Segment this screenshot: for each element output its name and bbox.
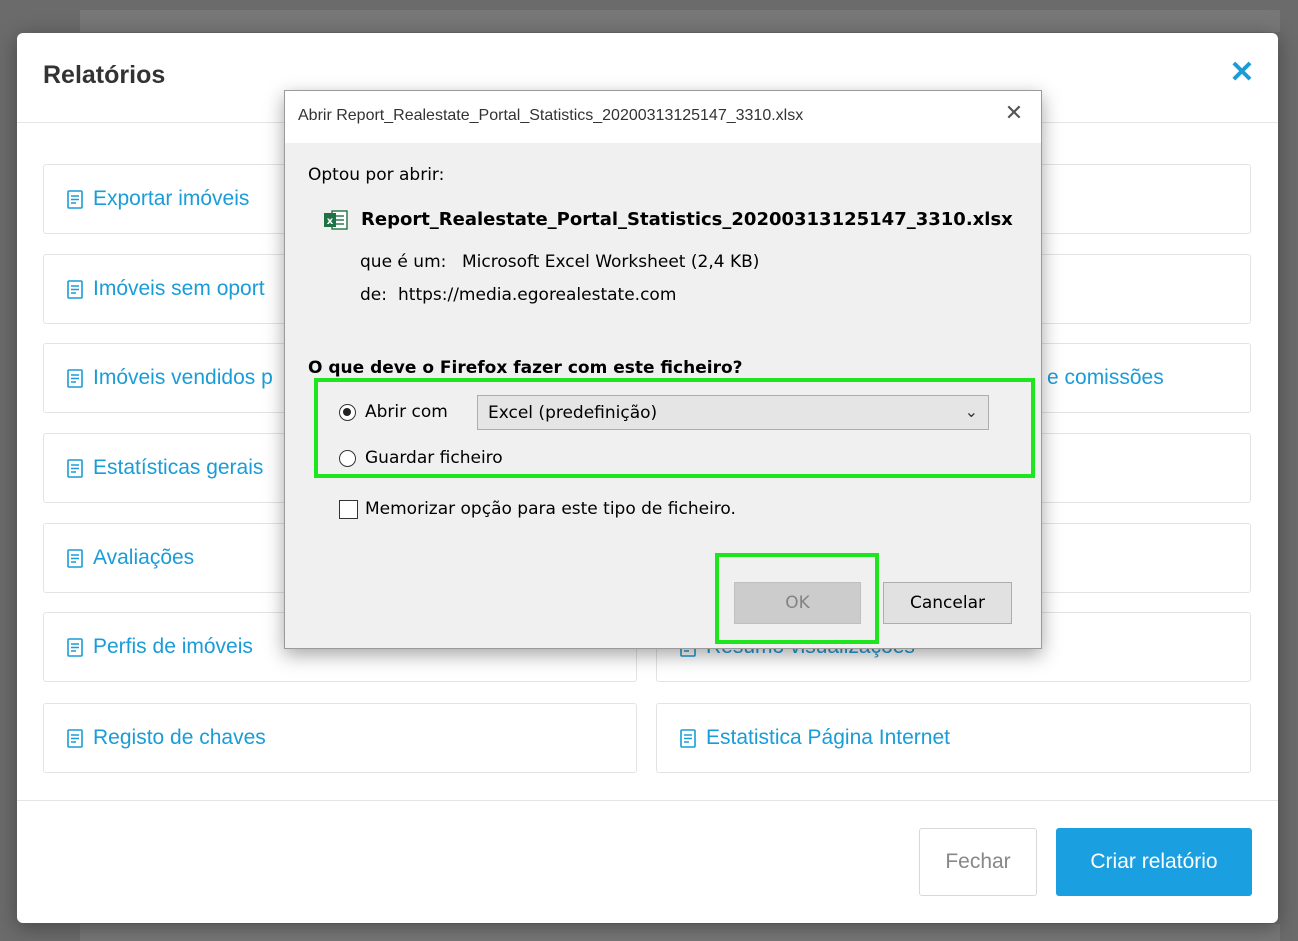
file-source-value: https://media.egorealestate.com [398, 285, 677, 305]
modal-footer: Fechar Criar relatório [17, 800, 1278, 924]
report-label: Imóveis vendidos p [93, 366, 273, 389]
report-website-statistics[interactable]: Estatistica Página Internet [656, 703, 1251, 773]
file-name: Report_Realestate_Portal_Statistics_2020… [361, 209, 1013, 230]
close-button[interactable]: Fechar [919, 828, 1037, 896]
modal-title: Relatórios [43, 61, 166, 89]
cancel-button[interactable]: Cancelar [883, 582, 1012, 624]
close-icon[interactable]: ✕ [1001, 101, 1027, 127]
report-label: Registo de chaves [93, 726, 266, 749]
close-icon[interactable]: ✕ [1228, 58, 1256, 88]
highlight-ok-button [715, 553, 879, 644]
document-icon [680, 728, 696, 748]
create-report-button[interactable]: Criar relatório [1056, 828, 1252, 896]
document-icon [67, 458, 83, 478]
document-icon [67, 548, 83, 568]
document-icon [67, 189, 83, 209]
report-label: e comissões [1047, 366, 1164, 389]
dialog-titlebar: Abrir Report_Realestate_Portal_Statistic… [285, 91, 1041, 143]
report-label: Exportar imóveis [93, 187, 250, 210]
firefox-open-file-dialog: Abrir Report_Realestate_Portal_Statistic… [284, 90, 1042, 649]
dialog-title: Abrir Report_Realestate_Portal_Statistic… [298, 107, 804, 124]
background-strip [80, 10, 1280, 32]
document-icon [67, 368, 83, 388]
report-label: Estatistica Página Internet [706, 726, 950, 749]
highlight-open-options [314, 378, 1035, 478]
document-icon [67, 279, 83, 299]
report-label: Estatísticas gerais [93, 456, 264, 479]
background-strip [80, 924, 1280, 941]
file-type-label: que é um: [360, 252, 447, 272]
file-source-label: de: [360, 285, 387, 305]
report-label: Avaliações [93, 546, 195, 569]
report-label: Perfis de imóveis [93, 635, 253, 658]
chose-to-open-label: Optou por abrir: [308, 165, 445, 185]
report-key-register[interactable]: Registo de chaves [43, 703, 637, 773]
excel-file-icon: x [323, 209, 349, 231]
document-icon [67, 637, 83, 657]
action-question: O que deve o Firefox fazer com este fich… [308, 358, 743, 378]
remember-choice-label[interactable]: Memorizar opção para este tipo de fichei… [365, 499, 736, 519]
remember-choice-checkbox[interactable] [339, 500, 358, 519]
file-type-value: Microsoft Excel Worksheet (2,4 KB) [462, 252, 760, 272]
document-icon [67, 728, 83, 748]
svg-text:x: x [327, 216, 334, 227]
report-label: Imóveis sem oport [93, 277, 265, 300]
